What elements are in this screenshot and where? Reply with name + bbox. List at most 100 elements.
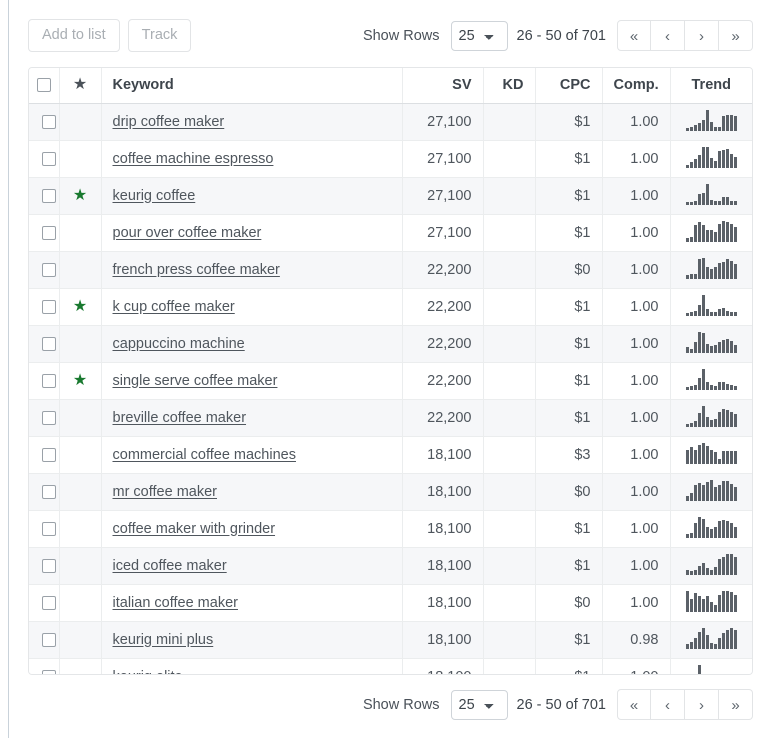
row-select-cell[interactable] (29, 288, 60, 326)
select-all-header[interactable] (29, 68, 60, 104)
row-select-cell[interactable] (29, 584, 60, 622)
row-checkbox[interactable] (41, 188, 56, 203)
table-row[interactable]: italian coffee maker 18,100 $0 1.00 (29, 584, 752, 622)
row-select-cell[interactable] (29, 621, 60, 659)
row-star-cell[interactable] (59, 547, 102, 585)
keyword-column-header[interactable]: Keyword (101, 68, 403, 104)
keyword-cell[interactable]: pour over coffee maker (101, 214, 403, 252)
keyword-link[interactable]: coffee machine espresso (113, 151, 274, 167)
row-star-cell[interactable] (59, 510, 102, 548)
row-star-cell[interactable]: ★ (59, 177, 102, 215)
keyword-link[interactable]: pour over coffee maker (113, 225, 262, 241)
table-row[interactable]: keurig mini plus 18,100 $1 0.98 (29, 621, 752, 659)
table-row[interactable]: mr coffee maker 18,100 $0 1.00 (29, 473, 752, 511)
first-page-button[interactable]: « (617, 20, 651, 51)
row-checkbox[interactable] (41, 632, 56, 647)
keyword-link[interactable]: drip coffee maker (113, 114, 225, 130)
prev-page-button-bottom[interactable]: ‹ (651, 689, 685, 720)
row-star-cell[interactable]: ★ (59, 362, 102, 400)
keyword-link[interactable]: cappuccino machine (113, 336, 245, 352)
row-select-cell[interactable] (29, 510, 60, 548)
table-row[interactable]: iced coffee maker 18,100 $1 1.00 (29, 547, 752, 585)
keyword-link[interactable]: commercial coffee machines (113, 447, 296, 463)
star-filled-icon[interactable]: ★ (73, 372, 87, 389)
row-checkbox[interactable] (41, 114, 56, 129)
table-row[interactable]: ★ keurig coffee 27,100 $1 1.00 (29, 177, 752, 215)
row-select-cell[interactable] (29, 473, 60, 511)
row-select-cell[interactable] (29, 362, 60, 400)
row-select-cell[interactable] (29, 399, 60, 437)
keyword-link[interactable]: iced coffee maker (113, 558, 227, 574)
row-select-cell[interactable] (29, 436, 60, 474)
table-row[interactable]: ★ single serve coffee maker 22,200 $1 1.00 (29, 362, 752, 400)
track-button[interactable]: Track (127, 19, 192, 52)
row-checkbox[interactable] (41, 558, 56, 573)
table-row[interactable]: ★ k cup coffee maker 22,200 $1 1.00 (29, 288, 752, 326)
prev-page-button[interactable]: ‹ (651, 20, 685, 51)
row-checkbox[interactable] (41, 595, 56, 610)
row-star-cell[interactable] (59, 325, 102, 363)
keyword-cell[interactable]: coffee machine espresso (101, 140, 403, 178)
row-select-cell[interactable] (29, 325, 60, 363)
table-row[interactable]: coffee maker with grinder 18,100 $1 1.00 (29, 510, 752, 548)
keyword-link[interactable]: keurig coffee (113, 188, 196, 204)
table-row[interactable]: drip coffee maker 27,100 $1 1.00 (29, 103, 752, 141)
trend-column-header[interactable]: Trend (670, 68, 752, 104)
row-star-cell[interactable] (59, 140, 102, 178)
keyword-link[interactable]: breville coffee maker (113, 410, 247, 426)
next-page-button[interactable]: › (685, 20, 719, 51)
star-filled-icon[interactable]: ★ (73, 187, 87, 204)
row-star-cell[interactable] (59, 251, 102, 289)
keyword-cell[interactable]: breville coffee maker (101, 399, 403, 437)
row-star-cell[interactable] (59, 621, 102, 659)
keyword-link[interactable]: coffee maker with grinder (113, 521, 276, 537)
last-page-button[interactable]: » (719, 20, 753, 51)
row-select-cell[interactable] (29, 103, 60, 141)
rows-per-page-select[interactable]: 25 (450, 20, 508, 51)
keyword-cell[interactable]: drip coffee maker (101, 103, 403, 141)
keyword-link[interactable]: mr coffee maker (113, 484, 218, 500)
row-checkbox[interactable] (41, 225, 56, 240)
row-star-cell[interactable] (59, 584, 102, 622)
keyword-cell[interactable]: italian coffee maker (101, 584, 403, 622)
keyword-cell[interactable]: coffee maker with grinder (101, 510, 403, 548)
table-row[interactable]: pour over coffee maker 27,100 $1 1.00 (29, 214, 752, 252)
table-row[interactable]: commercial coffee machines 18,100 $3 1.00 (29, 436, 752, 474)
keyword-cell[interactable]: mr coffee maker (101, 473, 403, 511)
keyword-cell[interactable]: keurig mini plus (101, 621, 403, 659)
row-checkbox[interactable] (41, 410, 56, 425)
keyword-cell[interactable]: keurig coffee (101, 177, 403, 215)
row-star-cell[interactable] (59, 473, 102, 511)
next-page-button-bottom[interactable]: › (685, 689, 719, 720)
table-row[interactable]: keurig elite 18,100 $11.00 (29, 658, 752, 674)
row-star-cell[interactable] (59, 436, 102, 474)
row-star-cell[interactable]: ★ (59, 288, 102, 326)
sv-column-header[interactable]: SV (402, 68, 484, 104)
row-checkbox[interactable] (41, 262, 56, 277)
keyword-cell[interactable]: cappuccino machine (101, 325, 403, 363)
row-star-cell[interactable] (59, 399, 102, 437)
keyword-cell[interactable]: k cup coffee maker (101, 288, 403, 326)
keyword-cell[interactable]: single serve coffee maker (101, 362, 403, 400)
keyword-cell[interactable]: commercial coffee machines (101, 436, 403, 474)
row-star-cell[interactable] (59, 214, 102, 252)
rows-per-page-select-bottom[interactable]: 25 (450, 689, 508, 720)
keyword-link[interactable]: french press coffee maker (113, 262, 280, 278)
row-checkbox[interactable] (41, 521, 56, 536)
table-row[interactable]: breville coffee maker 22,200 $1 1.00 (29, 399, 752, 437)
row-select-cell[interactable] (29, 251, 60, 289)
keyword-cell[interactable]: french press coffee maker (101, 251, 403, 289)
row-star-cell[interactable] (59, 103, 102, 141)
table-row[interactable]: cappuccino machine 22,200 $1 1.00 (29, 325, 752, 363)
row-checkbox[interactable] (41, 447, 56, 462)
row-checkbox[interactable] (41, 484, 56, 499)
row-checkbox[interactable] (41, 299, 56, 314)
keyword-link[interactable]: single serve coffee maker (113, 373, 278, 389)
keyword-cell[interactable]: iced coffee maker (101, 547, 403, 585)
keyword-link[interactable]: keurig mini plus (113, 632, 214, 648)
row-star-cell[interactable] (59, 658, 102, 674)
first-page-button-bottom[interactable]: « (617, 689, 651, 720)
row-select-cell[interactable] (29, 547, 60, 585)
star-filled-icon[interactable]: ★ (73, 298, 87, 315)
row-select-cell[interactable] (29, 658, 60, 674)
